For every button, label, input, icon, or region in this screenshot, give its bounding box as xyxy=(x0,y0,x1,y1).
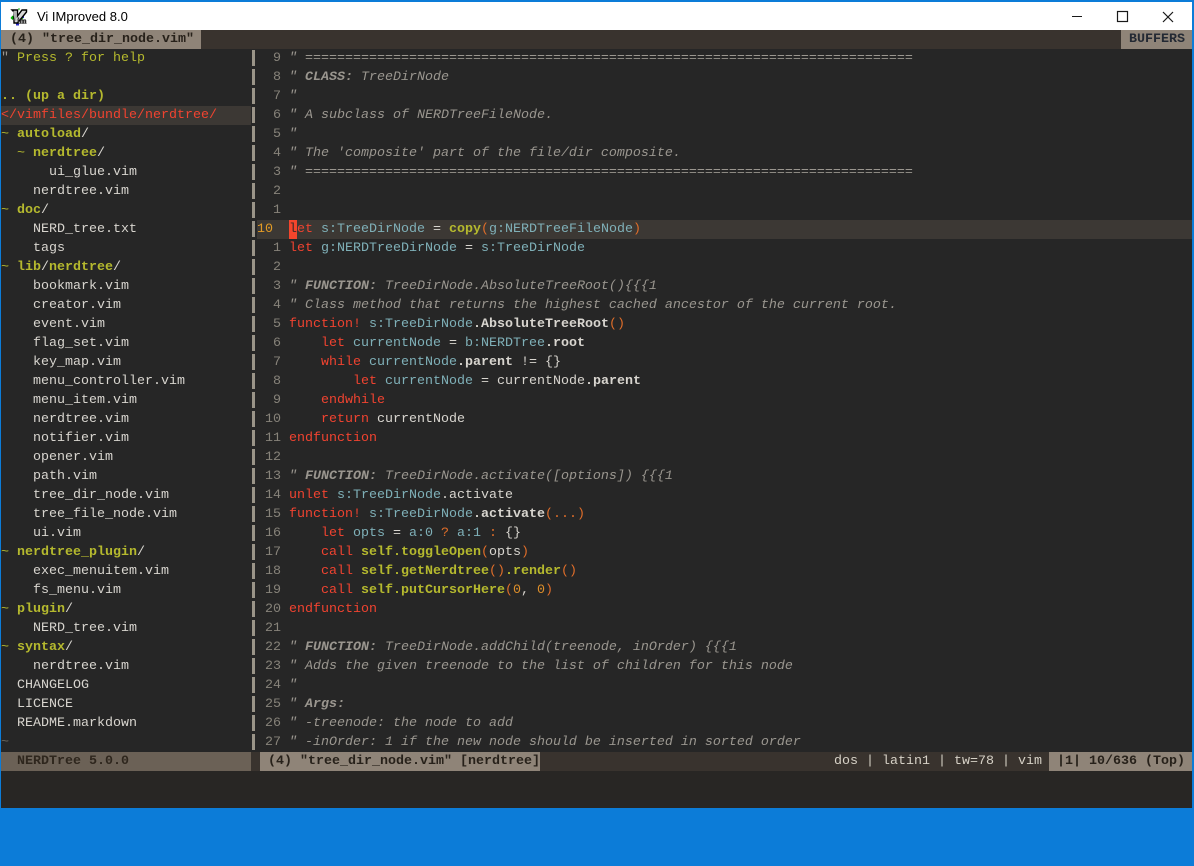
svg-text:im: im xyxy=(17,16,26,26)
